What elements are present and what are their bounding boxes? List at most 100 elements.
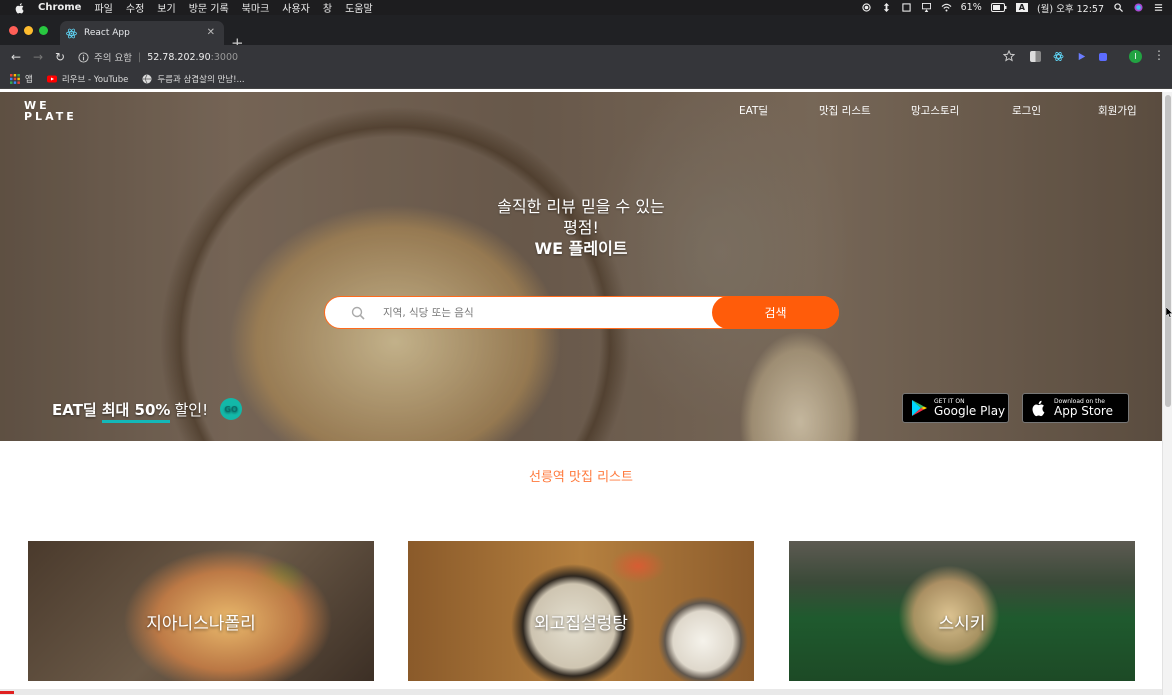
battery-percent: 61% [960, 2, 982, 13]
react-icon [66, 28, 77, 38]
restaurant-name: 스시키 [938, 614, 986, 634]
menu-help[interactable]: 도움말 [345, 0, 373, 15]
nav-signup[interactable]: 회원가입 [1098, 103, 1137, 118]
bookmark-article[interactable]: 두릅과 삼겹살의 만남!... [142, 73, 245, 85]
mouse-cursor-icon [1166, 307, 1172, 318]
menu-edit[interactable]: 수정 [126, 0, 144, 15]
arrows-icon[interactable] [881, 3, 892, 12]
bookmark-apps[interactable]: 앱 [10, 73, 33, 85]
extension-icon[interactable] [1030, 51, 1041, 62]
search-bar: 지역, 식당 또는 음식 검색 [324, 296, 839, 329]
close-tab-icon[interactable]: ✕ [207, 27, 215, 38]
url-host: 52.78.202.90 [147, 51, 211, 63]
video-progress-bar[interactable] [0, 689, 1162, 695]
nav-restaurant-list[interactable]: 맛집 리스트 [819, 103, 871, 118]
bookmark-youtube[interactable]: 리우브 - YouTube [46, 73, 129, 85]
forward-button[interactable]: → [27, 50, 49, 64]
url-port: :3000 [210, 51, 239, 63]
app-store-badge[interactable]: Download on the App Store [1022, 393, 1129, 423]
menu-people[interactable]: 사용자 [282, 0, 310, 15]
headline-line-2: 평점! [563, 218, 599, 237]
address-separator: | [137, 51, 142, 63]
reload-button[interactable]: ↻ [49, 50, 71, 64]
menu-view[interactable]: 보기 [157, 0, 175, 15]
app-store-big: App Store [1054, 404, 1113, 418]
macos-menubar: Chrome 파일 수정 보기 방문 기록 북마크 사용자 창 도움말 61% … [0, 0, 1172, 15]
google-play-icon [912, 400, 927, 416]
play-extension-icon[interactable] [1076, 51, 1087, 62]
address-bar[interactable]: 주의 요함 | 52.78.202.90:3000 [78, 47, 1023, 67]
tab-title: React App [84, 28, 130, 38]
apple-logo-icon [1032, 400, 1045, 417]
apps-grid-icon [10, 73, 20, 84]
menu-history[interactable]: 방문 기록 [189, 0, 229, 15]
restaurant-name: 외고집설렁탕 [534, 614, 628, 634]
bookmark-star-icon[interactable] [1003, 50, 1015, 62]
eat-deal-promo[interactable]: EAT딜 최대 50% 할인! GO [52, 398, 243, 423]
bookmark-label: 두릅과 삼겹살의 만남!... [157, 74, 245, 85]
bookmark-label: 앱 [25, 74, 33, 85]
menu-file[interactable]: 파일 [94, 0, 112, 15]
wifi-icon[interactable] [941, 3, 952, 12]
globe-icon [142, 74, 152, 83]
search-input[interactable]: 지역, 식당 또는 음식 [383, 305, 474, 320]
menu-chrome[interactable]: Chrome [38, 2, 81, 13]
hero-banner: WE PLATE EAT딜 맛집 리스트 망고스토리 로그인 회원가입 솔직한 … [0, 92, 1162, 441]
promo-go-button[interactable]: GO [220, 398, 243, 420]
nav-eat-deal[interactable]: EAT딜 [739, 103, 768, 118]
notification-center-icon[interactable] [1153, 3, 1164, 12]
headline-line-1: 솔직한 리뷰 믿을 수 있는 [497, 197, 665, 216]
browser-toolbar: ← → ↻ 주의 요함 | 52.78.202.90:3000 I ⋮ [0, 45, 1172, 69]
tab-strip: React App ✕ + [0, 15, 1172, 51]
restaurant-card-3[interactable]: 스시키 [789, 541, 1135, 681]
logo-line-2: PLATE [24, 110, 77, 123]
menubar-status-area: 61% A (월) 오후 12:57 [861, 0, 1164, 15]
airplay-icon[interactable] [921, 3, 932, 12]
hero-headline: 솔직한 리뷰 믿을 수 있는 평점! WE 플레이트 [0, 196, 1162, 259]
spotlight-search-icon[interactable] [1113, 3, 1124, 12]
menu-bookmarks[interactable]: 북마크 [242, 0, 270, 15]
record-icon[interactable] [861, 3, 872, 12]
search-icon [351, 306, 365, 320]
square-extension-icon[interactable] [1099, 53, 1107, 61]
restaurant-list-title: 선릉역 맛집 리스트 [529, 470, 633, 485]
video-progress-fill [0, 691, 14, 694]
nav-login[interactable]: 로그인 [1012, 103, 1041, 118]
minimize-window-button[interactable] [24, 26, 33, 35]
restaurant-card-1[interactable]: 지아니스나폴리 [28, 541, 374, 681]
security-label[interactable]: 주의 요함 [94, 50, 132, 64]
zoom-window-button[interactable] [39, 26, 48, 35]
window-icon[interactable] [901, 3, 912, 12]
siri-icon[interactable] [1133, 3, 1144, 12]
battery-icon[interactable] [990, 3, 1007, 12]
google-play-badge[interactable]: GET IT ON Google Play [902, 393, 1009, 423]
restaurant-name: 지아니스나폴리 [146, 614, 256, 634]
search-button[interactable]: 검색 [712, 296, 839, 329]
profile-avatar[interactable]: I [1129, 50, 1142, 63]
info-icon[interactable] [78, 51, 89, 63]
bookmark-label: 리우브 - YouTube [61, 74, 129, 85]
scrollbar-thumb[interactable] [1165, 95, 1171, 407]
promo-highlight: 최대 50% [101, 400, 171, 423]
site-logo[interactable]: WE PLATE [24, 100, 77, 122]
window-controls [9, 26, 48, 35]
react-devtools-icon[interactable] [1053, 51, 1064, 62]
hero-overlay [0, 92, 1162, 441]
restaurant-card-2[interactable]: 외고집설렁탕 [408, 541, 754, 681]
clock[interactable]: (월) 오후 12:57 [1037, 1, 1104, 15]
google-play-big: Google Play [934, 404, 1006, 418]
bookmarks-bar: 앱 리우브 - YouTube 두릅과 삼겹살의 만남!... [0, 69, 1172, 89]
apple-icon[interactable] [14, 2, 26, 14]
promo-prefix: EAT딜 [52, 400, 97, 419]
youtube-icon [46, 75, 57, 82]
menu-window[interactable]: 창 [323, 0, 332, 15]
input-source[interactable]: A [1015, 3, 1028, 12]
promo-suffix: 할인! [174, 400, 209, 419]
page-scrollbar[interactable] [1162, 92, 1172, 695]
nav-mango-story[interactable]: 망고스토리 [911, 103, 959, 118]
tab-react-app[interactable]: React App ✕ [60, 21, 224, 45]
close-window-button[interactable] [9, 26, 18, 35]
headline-line-3: WE 플레이트 [534, 239, 628, 258]
more-menu-icon[interactable]: ⋮ [1153, 49, 1165, 61]
back-button[interactable]: ← [5, 50, 27, 64]
